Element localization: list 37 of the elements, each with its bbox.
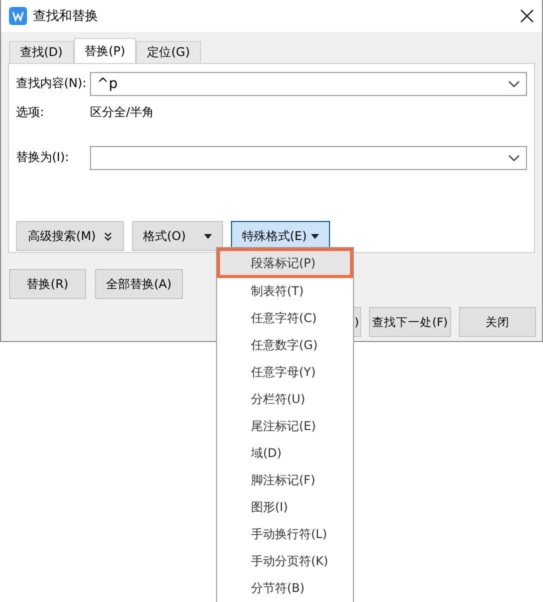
menu-item[interactable]: 制表符(T) bbox=[217, 278, 353, 305]
dropdown-button[interactable]: 格式(O) bbox=[132, 221, 223, 251]
dropdown-icon[interactable] bbox=[508, 154, 520, 162]
tab[interactable]: 替换(P) bbox=[74, 38, 136, 63]
dialog-button[interactable]: 查找下一处(F) bbox=[369, 307, 451, 337]
menu-item[interactable]: 分节符(B) bbox=[217, 575, 353, 602]
tab[interactable]: 定位(G) bbox=[136, 41, 201, 63]
caret-icon bbox=[310, 234, 319, 238]
combo-field[interactable]: ^p bbox=[90, 72, 527, 96]
field-label: 查找内容(N): bbox=[16, 75, 88, 92]
tab[interactable]: 查找(D) bbox=[9, 41, 74, 63]
options-label: 选项: bbox=[16, 104, 46, 121]
replace-button[interactable]: 替换(R) bbox=[9, 269, 86, 299]
menu-item[interactable]: 域(D) bbox=[217, 440, 353, 467]
menu-item[interactable]: 手动换行符(L) bbox=[217, 521, 353, 548]
replace-button[interactable]: 全部替换(A) bbox=[95, 269, 183, 299]
menu-item[interactable]: 任意字符(C) bbox=[217, 305, 353, 332]
field-label: 替换为(I): bbox=[16, 149, 70, 166]
window-title: 查找和替换 bbox=[33, 8, 99, 25]
double-caret-icon bbox=[104, 232, 112, 240]
menu-item[interactable]: 段落标记(P) bbox=[217, 248, 353, 278]
options-value: 区分全/半角 bbox=[90, 104, 154, 121]
dialog-button[interactable]: ) bbox=[354, 307, 361, 337]
dropdown-icon[interactable] bbox=[508, 80, 520, 88]
dialog-button[interactable]: 关闭 bbox=[459, 307, 536, 337]
dropdown-button[interactable]: 高级搜索(M) bbox=[16, 221, 124, 251]
menu-item[interactable]: 任意数字(G) bbox=[217, 332, 353, 359]
menu-item[interactable]: 手动分页符(K) bbox=[217, 548, 353, 575]
app-logo-icon bbox=[9, 7, 27, 25]
menu-item[interactable]: 尾注标记(E) bbox=[217, 413, 353, 440]
close-icon[interactable] bbox=[520, 9, 534, 23]
caret-icon bbox=[204, 234, 212, 238]
combo-field[interactable] bbox=[90, 146, 527, 170]
menu-item[interactable]: 图形(I) bbox=[217, 494, 353, 521]
menu-item[interactable]: 脚注标记(F) bbox=[217, 467, 353, 494]
menu-item[interactable]: 分栏符(U) bbox=[217, 386, 353, 413]
menu-item[interactable]: 任意字母(Y) bbox=[217, 359, 353, 386]
